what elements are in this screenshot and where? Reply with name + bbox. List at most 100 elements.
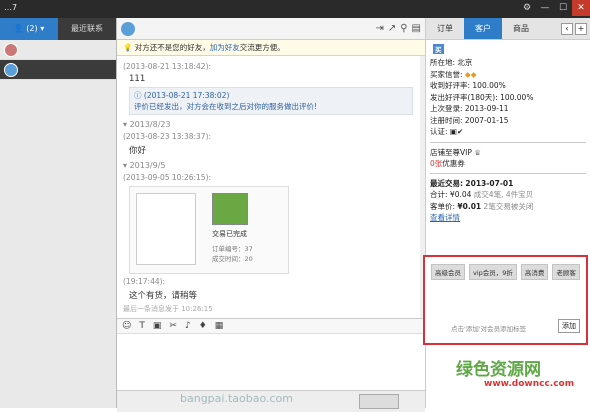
given-rate-line: 发出好评率(180天): 100.00% (430, 92, 534, 102)
divider (430, 172, 586, 174)
user-icon: 👤 (13, 24, 24, 33)
image-icon[interactable]: ▣ (153, 321, 162, 331)
card-status: 交易已完成 (212, 230, 247, 238)
recent-trade: 最近交易: 2013-07-01 合计: ¥0.04 成交4笔, 4件宝贝 客单… (430, 178, 586, 224)
tag-hint: 点击'添加'对会员添加标签 (451, 325, 527, 333)
location-line: 所在地: 北京 (430, 58, 473, 67)
divider (430, 141, 586, 143)
settings-icon[interactable]: ▤ (412, 23, 421, 34)
watermark-text: 绿色资源网 (456, 360, 541, 380)
order-card[interactable]: 交易已完成 订单编号：37 成交时间：20 (129, 186, 289, 274)
message-text: 你好 (129, 146, 147, 156)
system-text: 评价已经发出，对方会在收到之后对你的服务做出评价! (134, 102, 318, 111)
contact-item[interactable] (0, 40, 116, 60)
contacts-tabs: 👤 (2) ▾ 最近联系 (0, 18, 116, 40)
bulb-icon: 💡 (123, 43, 133, 52)
total-value: ¥0.04 (449, 190, 472, 199)
contacts-panel: 👤 (2) ▾ 最近联系 (0, 18, 117, 408)
add-tab-icon[interactable]: + (575, 22, 587, 35)
info-icon: ⓘ (134, 91, 142, 100)
add-friend-link[interactable]: 加为好友 (210, 43, 240, 52)
view-details-link[interactable]: 查看详情 (430, 212, 586, 224)
coupon-count: 0张 (430, 158, 443, 168)
tab-contacts-label: (2) (26, 24, 38, 33)
friend-notice: 💡 对方还不是您的好友，加为好友交流更方便。 (117, 40, 425, 56)
member-tags-box: 高级会员 vip会员，9折 高消费 老顾客 点击'添加'对会员添加标签 添加 (423, 255, 588, 345)
message-text: 这个有货，请稍等 (129, 291, 198, 301)
tab-orders[interactable]: 订单 (426, 18, 464, 39)
avatar (4, 62, 18, 77)
tag-item[interactable]: vip会员，9折 (469, 264, 517, 280)
customer-details: 所在地: 北京 买家信誉: ◆◆ 收到好评率: 100.00% 发出好评率(18… (430, 57, 586, 138)
avatar (121, 21, 135, 36)
contact-item-selected[interactable] (0, 60, 116, 80)
tag-item[interactable]: 高级会员 (431, 264, 465, 280)
audio-icon[interactable]: ♪ (185, 321, 191, 331)
tag-item[interactable]: 高消费 (520, 264, 549, 280)
screenshot-icon[interactable]: ✂ (169, 321, 177, 331)
send-button[interactable] (359, 394, 399, 409)
last-login-line: 上次登录: 2013-09-11 (430, 104, 509, 113)
message-input[interactable] (117, 334, 425, 390)
message-sender: (2013-08-21 13:18:42): (123, 62, 212, 71)
watermark-url: www.downcc.com (484, 379, 575, 389)
chevron-down-icon: ▾ (40, 24, 45, 33)
chevron-left-icon[interactable]: ‹ (561, 22, 573, 35)
share-icon[interactable]: ↗ (388, 23, 396, 34)
last-message-hint: 最后一条消息发于 10:26:15 (123, 305, 213, 313)
tab-contacts[interactable]: 👤 (2) ▾ (0, 18, 58, 40)
message-sender: (2013-09-05 10:26:15): (123, 173, 212, 182)
tab-customer[interactable]: 客户 (464, 18, 502, 39)
avatar (4, 42, 18, 57)
notice-text-post: 交流更方便。 (239, 43, 285, 52)
minimize-button[interactable]: — (536, 0, 554, 16)
message-sender: (19:17:44): (123, 277, 166, 286)
message-history: (2013-08-21 13:18:42): 111 ⓘ (2013-08-21… (117, 56, 425, 318)
diamond-icon: ◆◆ (464, 69, 477, 79)
window-title: …7 (4, 3, 18, 12)
register-line: 注册时间: 2007-01-15 (430, 115, 509, 125)
date-separator[interactable]: ▾ 2013/9/5 (123, 161, 419, 170)
customer-name: 买 (430, 44, 586, 54)
vip-level: 店铺至尊VIP ♕ (430, 147, 481, 157)
input-toolbar: ☺ T ▣ ✂ ♪ ♦ ▦ (117, 318, 425, 334)
system-time: (2013-08-21 17:38:02) (143, 91, 230, 100)
maximize-button[interactable]: ☐ (554, 0, 572, 16)
person-icon[interactable]: ⚲ (400, 23, 407, 34)
date-label: 2013/9/5 (129, 161, 166, 170)
emoji-icon[interactable]: ☺ (122, 321, 131, 331)
trade-title: 最近交易: (430, 178, 463, 188)
card-thumbnail (136, 193, 196, 265)
transfer-icon[interactable]: ⇥ (375, 23, 383, 34)
chat-header: ⇥ ↗ ⚲ ▤ (117, 18, 425, 40)
font-icon[interactable]: T (139, 321, 145, 331)
tab-nav: ‹ + (561, 18, 590, 39)
vip-info: 店铺至尊VIP ♕ 0张优惠券 (430, 147, 586, 169)
shop-icon[interactable]: ▦ (215, 321, 224, 331)
total-meta: 成交4笔, 4件宝贝 (473, 190, 534, 199)
credit-line: 买家信誉: ◆◆ (430, 69, 477, 79)
menu-icon[interactable]: ⚙ (518, 0, 536, 16)
tab-recent[interactable]: 最近联系 (58, 18, 116, 40)
chat-panel: ⇥ ↗ ⚲ ▤ 💡 对方还不是您的好友，加为好友交流更方便。 (2013-08-… (117, 18, 425, 412)
card-time: 成交时间：20 (212, 255, 253, 263)
customer-info: 买 所在地: 北京 买家信誉: ◆◆ 收到好评率: 100.00% 发出好评率(… (426, 40, 590, 228)
info-tabs: 订单 客户 商品 ‹ + (426, 18, 590, 40)
date-separator[interactable]: ▾ 2013/8/23 (123, 120, 419, 129)
tab-products[interactable]: 商品 (502, 18, 540, 39)
add-tag-button[interactable]: 添加 (558, 319, 580, 333)
date-label: 2013/8/23 (129, 120, 171, 129)
unit-meta: 2笔交易被关闭 (483, 201, 534, 211)
message-text: 111 (129, 74, 146, 84)
notice-text-pre: 对方还不是您的好友， (134, 43, 210, 52)
window-controls: ⚙ — ☐ ✕ (518, 0, 590, 16)
tag-item[interactable]: 老顾客 (552, 264, 580, 280)
title-bar: …7 ⚙ — ☐ ✕ (0, 0, 590, 18)
unit-value: ¥0.01 (457, 201, 482, 211)
alert-icon[interactable]: ♦ (199, 321, 207, 331)
coupon-line: 0张优惠券 (430, 158, 586, 169)
watermark-bottom: bangpai.taobao.com (180, 392, 293, 405)
close-button[interactable]: ✕ (572, 0, 590, 16)
verified-icon: ▣✔ (449, 127, 464, 136)
total-label: 合计: (430, 190, 448, 199)
